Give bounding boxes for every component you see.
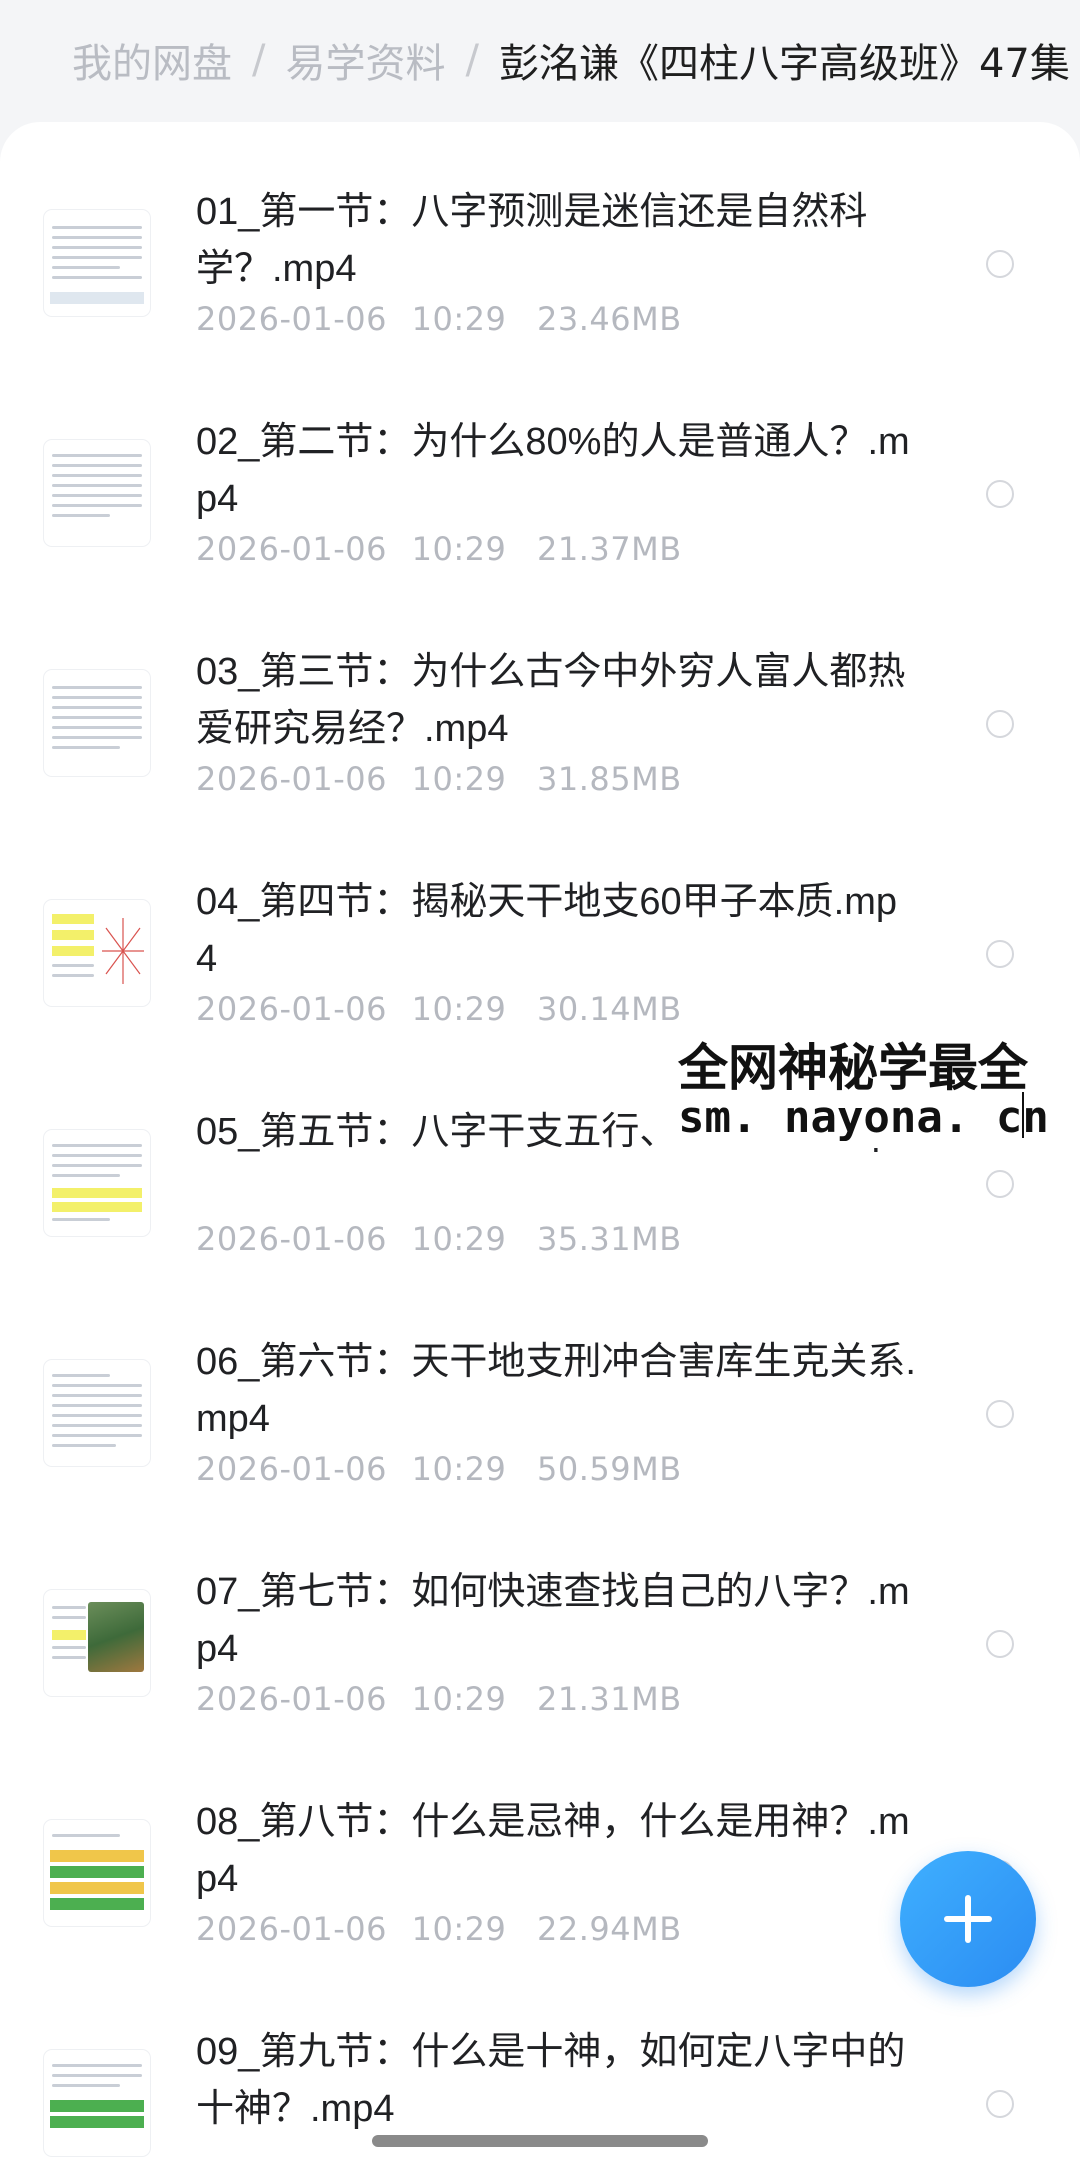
- video-thumbnail: [44, 1130, 150, 1236]
- file-date: 2026-01-06: [196, 1450, 387, 1488]
- file-meta: 2026-01-06 10:29 23.46MB: [196, 300, 682, 338]
- select-radio[interactable]: [986, 940, 1014, 968]
- video-thumbnail: [44, 1590, 150, 1696]
- file-meta: 2026-01-06 10:29 31.85MB: [196, 760, 682, 798]
- file-time: 10:29: [411, 1680, 507, 1718]
- file-row[interactable]: 04_第四节：揭秘天干地支60甲子本质.mp4 2026-01-06 10:29…: [0, 812, 1080, 1042]
- file-date: 2026-01-06: [196, 1220, 387, 1258]
- watermark: 全网神秘学最全 sm. nayona. cn: [678, 1028, 1080, 1148]
- breadcrumb-separator: /: [465, 37, 479, 83]
- file-meta: 2026-01-06 10:29 35.31MB: [196, 1220, 682, 1258]
- file-time: 10:29: [411, 1910, 507, 1948]
- file-size: 30.14MB: [537, 990, 682, 1028]
- video-thumbnail: [44, 1360, 150, 1466]
- file-row[interactable]: 02_第二节：为什么80%的人是普通人？.mp4 2026-01-06 10:2…: [0, 352, 1080, 582]
- add-button[interactable]: [900, 1851, 1036, 1987]
- video-thumbnail: [44, 440, 150, 546]
- select-radio[interactable]: [986, 1630, 1014, 1658]
- file-name: 08_第八节：什么是忌神，什么是用神？.mp4: [196, 1801, 910, 1900]
- file-time: 10:29: [411, 990, 507, 1028]
- select-radio[interactable]: [986, 1400, 1014, 1428]
- file-name: 03_第三节：为什么古今中外穷人富人都热爱研究易经？.mp4: [196, 651, 906, 750]
- breadcrumb-my-drive[interactable]: 我的网盘: [72, 31, 232, 89]
- file-time: 10:29: [411, 1450, 507, 1488]
- breadcrumb-separator: /: [252, 37, 266, 83]
- file-meta: 2026-01-06 10:29 50.59MB: [196, 1450, 682, 1488]
- file-row[interactable]: 06_第六节：天干地支刑冲合害库生克关系.mp4 2026-01-06 10:2…: [0, 1272, 1080, 1502]
- video-thumbnail: [44, 2050, 150, 2156]
- file-meta: 2026-01-06 10:29 21.37MB: [196, 530, 682, 568]
- select-radio[interactable]: [986, 2090, 1014, 2118]
- file-date: 2026-01-06: [196, 1680, 387, 1718]
- watermark-title: 全网神秘学最全: [678, 1039, 1028, 1097]
- file-size: 31.85MB: [537, 760, 682, 798]
- file-row[interactable]: 07_第七节：如何快速查找自己的八字？.mp4 2026-01-06 10:29…: [0, 1502, 1080, 1732]
- video-thumbnail: [44, 210, 150, 316]
- file-time: 10:29: [411, 300, 507, 338]
- video-thumbnail: [44, 670, 150, 776]
- file-date: 2026-01-06: [196, 1910, 387, 1948]
- text-cursor: [1022, 1092, 1024, 1138]
- select-radio[interactable]: [986, 250, 1014, 278]
- file-name: 02_第二节：为什么80%的人是普通人？.mp4: [196, 421, 910, 520]
- select-radio[interactable]: [986, 1170, 1014, 1198]
- breadcrumb-folder[interactable]: 易学资料: [285, 31, 445, 89]
- file-size: 35.31MB: [537, 1220, 682, 1258]
- select-radio[interactable]: [986, 710, 1014, 738]
- file-size: 21.37MB: [537, 530, 682, 568]
- video-thumbnail: [44, 900, 150, 1006]
- file-meta: 2026-01-06 10:29 30.14MB: [196, 990, 682, 1028]
- select-radio[interactable]: [986, 480, 1014, 508]
- file-date: 2026-01-06: [196, 530, 387, 568]
- file-name: 04_第四节：揭秘天干地支60甲子本质.mp4: [196, 881, 898, 980]
- breadcrumb: 我的网盘 / 易学资料 / 彭洺谦《四柱八字高级班》47集（加: [0, 0, 1080, 120]
- file-size: 50.59MB: [537, 1450, 682, 1488]
- file-time: 10:29: [411, 1220, 507, 1258]
- file-meta: 2026-01-06 10:29 21.31MB: [196, 1680, 682, 1718]
- file-size: 23.46MB: [537, 300, 682, 338]
- file-size: 21.31MB: [537, 1680, 682, 1718]
- file-list: 01_第一节：八字预测是迷信还是自然科学？.mp4 2026-01-06 10:…: [0, 122, 1080, 2176]
- video-thumbnail: [44, 1820, 150, 1926]
- file-row[interactable]: 01_第一节：八字预测是迷信还是自然科学？.mp4 2026-01-06 10:…: [0, 122, 1080, 352]
- file-name: 01_第一节：八字预测是迷信还是自然科学？.mp4: [196, 191, 868, 290]
- file-date: 2026-01-06: [196, 300, 387, 338]
- file-date: 2026-01-06: [196, 990, 387, 1028]
- file-date: 2026-01-06: [196, 760, 387, 798]
- file-time: 10:29: [411, 530, 507, 568]
- watermark-url: sm. nayona. cn: [678, 1092, 1049, 1143]
- file-row[interactable]: 03_第三节：为什么古今中外穷人富人都热爱研究易经？.mp4 2026-01-0…: [0, 582, 1080, 812]
- file-name: 06_第六节：天干地支刑冲合害库生克关系.mp4: [196, 1341, 916, 1440]
- file-meta: 2026-01-06 10:29 22.94MB: [196, 1910, 682, 1948]
- breadcrumb-current-folder: 彭洺谦《四柱八字高级班》47集（加: [498, 41, 1080, 87]
- file-time: 10:29: [411, 760, 507, 798]
- home-indicator[interactable]: [372, 2135, 708, 2147]
- file-name: 09_第九节：什么是十神，如何定八字中的十神？.mp4: [196, 2031, 906, 2130]
- file-name: 07_第七节：如何快速查找自己的八字？.mp4: [196, 1571, 910, 1670]
- file-size: 22.94MB: [537, 1910, 682, 1948]
